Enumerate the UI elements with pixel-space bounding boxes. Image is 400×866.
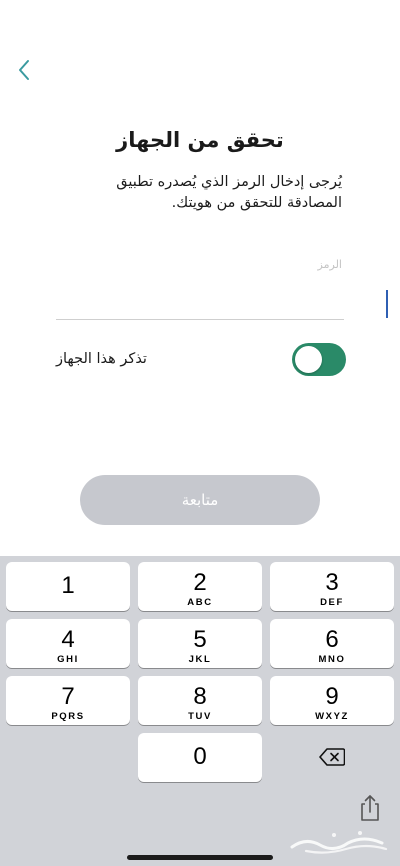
key-4[interactable]: 4 GHI xyxy=(6,619,130,668)
page-title: تحقق من الجهاز xyxy=(116,128,284,152)
backspace-icon xyxy=(319,747,345,766)
key-7[interactable]: 7 PQRS xyxy=(6,676,130,725)
key-digit: 6 xyxy=(325,626,339,653)
key-letters: PQRS xyxy=(51,711,85,722)
home-indicator xyxy=(127,855,273,860)
key-digit: 3 xyxy=(325,569,339,596)
key-9[interactable]: 9 WXYZ xyxy=(270,676,394,725)
code-input[interactable] xyxy=(56,282,344,320)
key-0[interactable]: 0 xyxy=(138,733,262,782)
key-1[interactable]: 1 xyxy=(6,562,130,611)
key-digit: 2 xyxy=(193,569,207,596)
verify-device-screen: تحقق من الجهاز يُرجى إدخال الرمز الذي يُ… xyxy=(0,0,400,866)
back-button[interactable] xyxy=(8,54,40,86)
key-letters: WXYZ xyxy=(315,711,349,722)
key-letters: TUV xyxy=(188,711,212,722)
key-digit: 8 xyxy=(193,683,207,710)
remember-device-label: تذكر هذا الجهاز xyxy=(56,351,147,367)
key-digit: 5 xyxy=(193,626,207,653)
remember-device-toggle[interactable] xyxy=(292,343,346,376)
code-field-label: الرمز xyxy=(317,258,342,271)
share-icon[interactable] xyxy=(356,793,384,823)
key-8[interactable]: 8 TUV xyxy=(138,676,262,725)
numeric-keypad: 1 2 ABC 3 DEF 4 GHI 5 JKL 6 MNO 7 PQRS 8… xyxy=(0,556,400,866)
watermark-logo xyxy=(290,831,388,854)
key-3[interactable]: 3 DEF xyxy=(270,562,394,611)
key-letters: MNO xyxy=(318,654,346,665)
key-letters: DEF xyxy=(320,597,344,608)
key-letters: ABC xyxy=(187,597,213,608)
toggle-knob xyxy=(295,346,322,373)
key-2[interactable]: 2 ABC xyxy=(138,562,262,611)
page-subtitle: يُرجى إدخال الرمز الذي يُصدره تطبيق المص… xyxy=(116,174,342,211)
delete-key[interactable] xyxy=(270,732,394,781)
key-letters: GHI xyxy=(57,654,79,665)
key-digit: 7 xyxy=(61,683,75,710)
key-digit: 4 xyxy=(61,626,75,653)
key-digit: 9 xyxy=(325,683,339,710)
key-6[interactable]: 6 MNO xyxy=(270,619,394,668)
key-digit: 1 xyxy=(61,572,75,599)
chevron-left-icon xyxy=(19,60,29,80)
continue-button[interactable]: متابعة xyxy=(80,475,320,525)
key-digit: 0 xyxy=(193,743,207,770)
key-5[interactable]: 5 JKL xyxy=(138,619,262,668)
text-cursor xyxy=(386,290,388,318)
key-letters: JKL xyxy=(188,654,212,665)
